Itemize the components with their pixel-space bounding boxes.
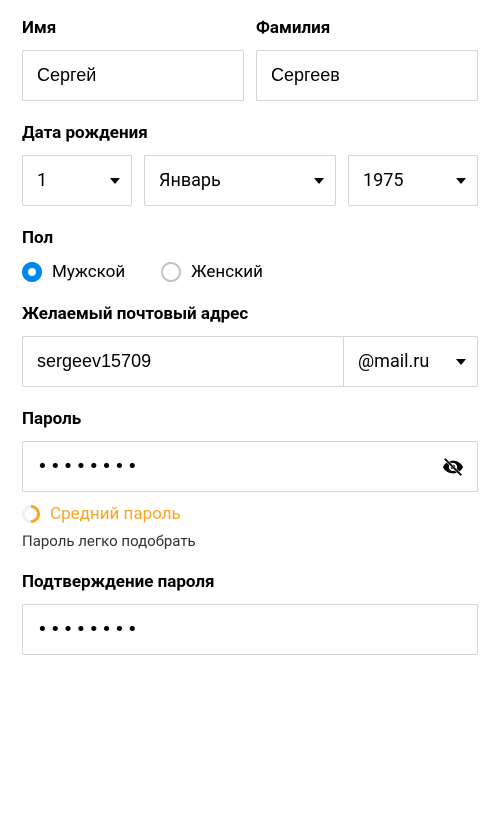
- password-strength-text: Средний пароль: [50, 504, 181, 524]
- gender-label: Пол: [22, 228, 478, 248]
- email-label: Желаемый почтовый адрес: [22, 304, 478, 324]
- birthdate-label: Дата рождения: [22, 123, 478, 143]
- confirm-password-input[interactable]: [22, 604, 478, 655]
- spinner-icon: [18, 501, 43, 526]
- gender-male-radio[interactable]: Мужской: [22, 262, 125, 282]
- last-name-label: Фамилия: [256, 18, 478, 38]
- last-name-input[interactable]: [256, 50, 478, 101]
- radio-icon: [161, 262, 181, 282]
- gender-female-radio[interactable]: Женский: [161, 262, 263, 282]
- radio-icon: [22, 262, 42, 282]
- gender-male-label: Мужской: [52, 262, 125, 282]
- password-hint: Пароль легко подобрать: [22, 532, 478, 550]
- password-input[interactable]: [22, 441, 478, 492]
- birth-year-select[interactable]: 1975: [348, 155, 478, 206]
- gender-female-label: Женский: [191, 262, 263, 282]
- first-name-input[interactable]: [22, 50, 244, 101]
- birth-month-select[interactable]: Январь: [144, 155, 336, 206]
- first-name-label: Имя: [22, 18, 244, 38]
- email-domain-select[interactable]: @mail.ru: [343, 336, 478, 387]
- confirm-password-label: Подтверждение пароля: [22, 572, 478, 592]
- email-username-input[interactable]: [22, 336, 343, 387]
- eye-off-icon: [442, 456, 464, 478]
- password-label: Пароль: [22, 409, 478, 429]
- toggle-password-visibility-icon[interactable]: [442, 456, 464, 478]
- birth-day-select[interactable]: 1: [22, 155, 132, 206]
